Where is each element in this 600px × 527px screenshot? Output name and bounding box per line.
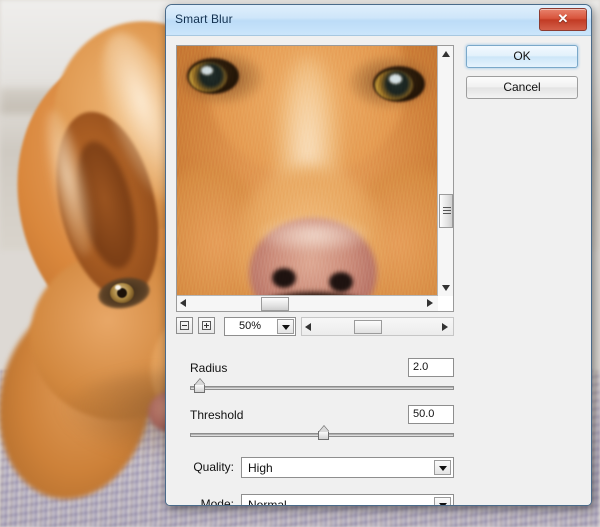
quality-dropdown[interactable]: High [241, 457, 454, 478]
dialog-body: 50% Radius 2.0 Threshold 50.0 Quality: H… [166, 36, 591, 506]
chevron-down-icon[interactable] [434, 497, 451, 505]
chevron-down-icon[interactable] [434, 460, 451, 475]
scroll-thumb-grip-icon [443, 207, 451, 215]
radius-slider-thumb[interactable] [194, 379, 205, 393]
preview-horizontal-scroll-thumb[interactable] [261, 297, 289, 311]
quality-value: High [248, 461, 273, 475]
plus-icon [202, 321, 211, 330]
quality-label: Quality: [193, 460, 234, 474]
smart-blur-dialog: Smart Blur ✕ 50% Radius 2.0 Threshold 50… [165, 4, 592, 506]
pan-left-arrow-icon[interactable] [303, 320, 317, 334]
mode-label: Mode: [200, 497, 234, 506]
preview-pan-scrollbar[interactable] [301, 317, 454, 336]
quality-row: Quality: High [176, 457, 454, 478]
ok-button[interactable]: OK [466, 45, 578, 68]
preview-image-viewport[interactable] [177, 46, 438, 296]
preview-vertical-scroll-thumb[interactable] [439, 194, 453, 228]
chevron-down-icon[interactable] [277, 319, 294, 334]
zoom-level-dropdown[interactable]: 50% [224, 317, 296, 336]
close-icon: ✕ [557, 11, 569, 26]
mode-dropdown[interactable]: Normal [241, 494, 454, 506]
threshold-value: 50.0 [413, 408, 435, 420]
mode-value: Normal [248, 498, 287, 506]
preview-frame [176, 45, 454, 312]
radius-value-field[interactable]: 2.0 [408, 358, 454, 377]
preview-pan-scroll-thumb[interactable] [354, 320, 382, 334]
preview-vertical-scrollbar[interactable] [437, 46, 453, 296]
threshold-slider-thumb[interactable] [318, 426, 329, 440]
preview-fur-texture [177, 46, 438, 296]
zoom-out-button[interactable] [176, 317, 193, 334]
scroll-down-arrow-icon[interactable] [439, 281, 453, 295]
pan-right-arrow-icon[interactable] [438, 320, 452, 334]
scroll-right-arrow-icon[interactable] [423, 296, 437, 310]
close-button[interactable]: ✕ [539, 8, 587, 31]
threshold-value-field[interactable]: 50.0 [408, 405, 454, 424]
dialog-titlebar[interactable]: Smart Blur ✕ [166, 5, 591, 36]
zoom-in-button[interactable] [198, 317, 215, 334]
radius-value: 2.0 [413, 361, 429, 373]
zoom-level-value: 50% [238, 320, 262, 332]
radius-slider-track[interactable] [190, 386, 454, 390]
dog-eye-glint [115, 285, 121, 290]
preview-zoom-controls: 50% [176, 317, 454, 337]
minus-icon [180, 321, 189, 330]
preview-image [177, 46, 438, 296]
dialog-title: Smart Blur [175, 12, 233, 26]
scroll-left-arrow-icon[interactable] [178, 296, 192, 310]
scroll-up-arrow-icon[interactable] [439, 47, 453, 61]
threshold-label: Threshold [190, 408, 244, 422]
cancel-button[interactable]: Cancel [466, 76, 578, 99]
mode-row: Mode: Normal [176, 494, 454, 506]
preview-horizontal-scrollbar[interactable] [177, 295, 438, 311]
radius-label: Radius [190, 361, 228, 375]
